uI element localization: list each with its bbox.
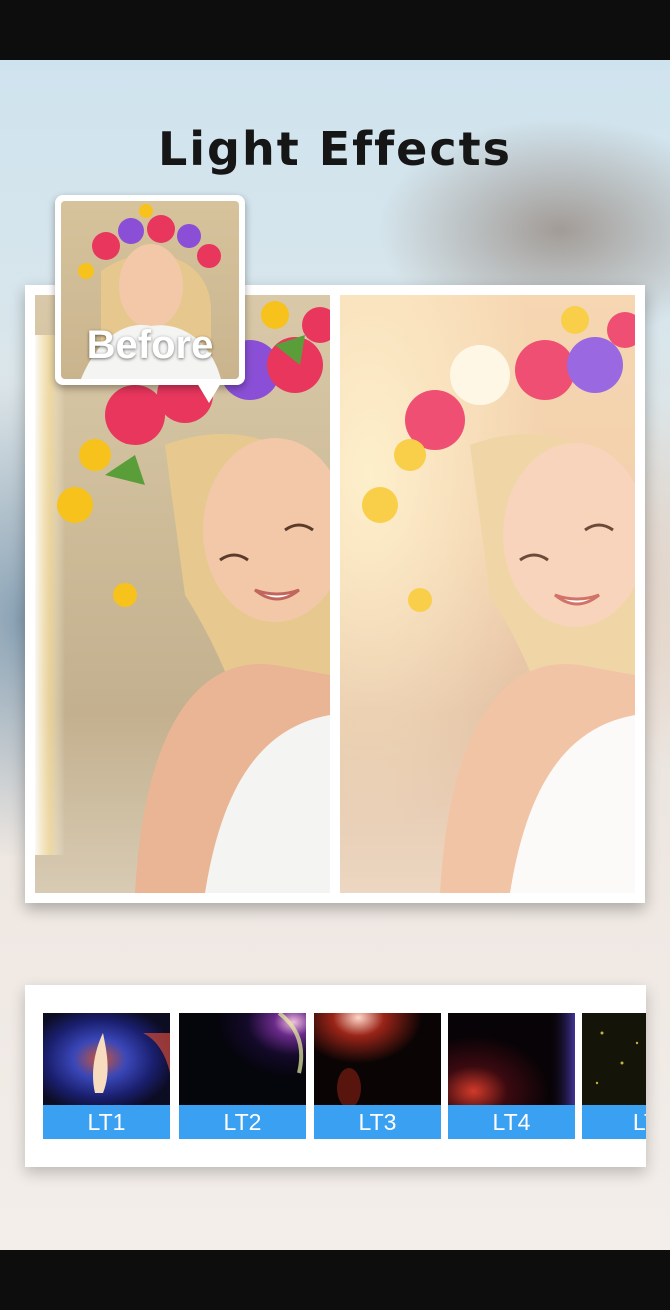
filter-label: LT1 bbox=[43, 1105, 170, 1139]
filter-label: LT2 bbox=[179, 1105, 306, 1139]
filter-item-lt2[interactable]: LT2 bbox=[179, 1013, 306, 1139]
filter-item-lt5[interactable]: LT bbox=[582, 1013, 646, 1139]
effect-photo bbox=[340, 295, 635, 893]
filter-label: LT3 bbox=[314, 1105, 441, 1139]
filter-item-lt4[interactable]: LT4 bbox=[448, 1013, 575, 1139]
before-label: Before bbox=[86, 323, 214, 367]
filter-strip[interactable]: LT1 LT2 LT3 LT4 L bbox=[25, 985, 646, 1167]
navigation-bar bbox=[0, 1250, 670, 1310]
page-title: Light Effects bbox=[157, 122, 513, 176]
filter-label: LT4 bbox=[448, 1105, 575, 1139]
filter-thumbnail bbox=[43, 1013, 170, 1105]
filter-thumbnail bbox=[179, 1013, 306, 1105]
filter-thumbnail bbox=[314, 1013, 441, 1105]
filter-thumbnail bbox=[448, 1013, 575, 1105]
filter-item-lt3[interactable]: LT3 bbox=[314, 1013, 441, 1139]
filter-thumbnail bbox=[582, 1013, 646, 1105]
filter-label: LT bbox=[582, 1105, 646, 1139]
before-preview: Before bbox=[55, 195, 245, 403]
status-bar bbox=[0, 0, 670, 60]
filter-item-lt1[interactable]: LT1 bbox=[43, 1013, 170, 1139]
promo-screen: Light Effects Before LT1 LT2 LT3 LT4 L bbox=[0, 60, 670, 1250]
